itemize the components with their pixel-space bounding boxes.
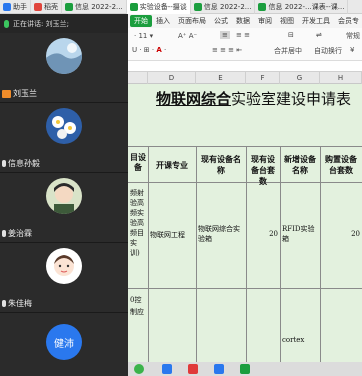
column-header[interactable]: D bbox=[148, 72, 196, 84]
menu-home[interactable]: 开始 bbox=[130, 15, 152, 27]
align-icons[interactable]: A⁺ A⁻ bbox=[178, 32, 197, 40]
participant-name: 姜治霖 bbox=[2, 228, 32, 239]
table-cell[interactable]: 20 bbox=[248, 230, 278, 238]
menu-formulas[interactable]: 公式 bbox=[210, 16, 232, 26]
menu-member[interactable]: 会员专 bbox=[334, 16, 362, 26]
sheet-grid[interactable]: D E F G H 物联网综合实验室建设申请表 目设备 开课专业 现有设备名称 … bbox=[128, 72, 362, 362]
table-cell[interactable]: 0控制应 bbox=[130, 294, 146, 318]
app-icon[interactable] bbox=[134, 364, 144, 374]
avatar bbox=[46, 178, 82, 214]
table-cell[interactable]: cortex bbox=[282, 336, 304, 344]
menu-page-layout[interactable]: 页面布局 bbox=[174, 16, 210, 26]
menu-review[interactable]: 审阅 bbox=[254, 16, 276, 26]
wps-icon[interactable] bbox=[188, 364, 198, 374]
sheet-icon[interactable] bbox=[240, 364, 250, 374]
grid-line bbox=[128, 182, 362, 183]
table-header: 购置设备台套数 bbox=[325, 154, 357, 175]
table-header: 现有设备名称 bbox=[201, 154, 241, 175]
align-right-icon[interactable]: ≡ ≡ bbox=[236, 31, 250, 39]
column-header-row: D E F G H bbox=[128, 72, 362, 84]
ribbon-menu: 开始 插入 页面布局 公式 数据 审阅 视图 开发工具 会员专 bbox=[128, 14, 362, 28]
sheet-icon bbox=[129, 2, 138, 11]
microphone-icon bbox=[2, 300, 6, 307]
participant-avatar[interactable]: 健沛 bbox=[46, 324, 82, 360]
grid-line bbox=[196, 146, 197, 362]
column-header[interactable]: E bbox=[196, 72, 246, 84]
participant-tile[interactable]: 姜治霖 bbox=[0, 173, 128, 243]
taskbar bbox=[128, 362, 362, 376]
participant-tile[interactable]: 刘玉兰 bbox=[0, 33, 128, 103]
table-cell[interactable]: 20 bbox=[322, 230, 360, 238]
menu-data[interactable]: 数据 bbox=[232, 16, 254, 26]
tab-spreadsheet-1[interactable]: 信息 2022-2... bbox=[62, 0, 127, 14]
microphone-icon bbox=[4, 19, 9, 28]
spreadsheet-window: 开始 插入 页面布局 公式 数据 审阅 视图 开发工具 会员专 · 11 ▾ A… bbox=[128, 14, 362, 362]
grid-line bbox=[128, 288, 362, 289]
wrap-icon[interactable]: ⇌ bbox=[316, 31, 322, 39]
browser-tab-bar: 助手 稻壳 信息 2022-2... 实验设备--摄谈 信息 2022-2...… bbox=[0, 0, 362, 14]
currency-icon[interactable]: ¥ bbox=[350, 46, 354, 54]
avatar bbox=[46, 108, 82, 144]
sheet-icon bbox=[193, 2, 202, 11]
grid-line bbox=[148, 146, 149, 362]
font-size-select[interactable]: · 11 ▾ bbox=[134, 32, 153, 40]
host-icon bbox=[2, 89, 11, 98]
tab-spreadsheet-3[interactable]: 信息 2022-2... bbox=[191, 0, 256, 14]
column-header[interactable]: G bbox=[280, 72, 320, 84]
indent-icons[interactable]: ≡ ≡ ≡ ⇤ bbox=[212, 46, 242, 54]
formula-bar[interactable] bbox=[128, 61, 362, 72]
sheet-title: 物联网综合实验室建设申请表 bbox=[156, 90, 352, 108]
table-header: 开课专业 bbox=[156, 160, 188, 170]
format-select[interactable]: 常规 bbox=[346, 31, 360, 41]
table-cell[interactable]: 物联网工程 bbox=[150, 230, 185, 240]
participant-tile[interactable]: 信息孙毅 bbox=[0, 103, 128, 173]
column-header[interactable]: F bbox=[246, 72, 280, 84]
grid-line bbox=[128, 146, 362, 147]
meeting-panel: 正在讲话: 刘玉兰; 刘玉兰 信息孙毅 姜治霖 朱佳梅 健沛 bbox=[0, 14, 128, 376]
meeting-icon[interactable] bbox=[214, 364, 224, 374]
align-center-icon[interactable]: ≡ bbox=[220, 31, 230, 39]
avatar bbox=[46, 248, 82, 284]
participant-name: 朱佳梅 bbox=[2, 298, 32, 309]
table-cell[interactable]: 频射验高频实验高频目实训) bbox=[130, 188, 146, 258]
menu-developer[interactable]: 开发工具 bbox=[298, 16, 334, 26]
tab-daoke[interactable]: 稻壳 bbox=[31, 0, 62, 14]
participant-name: 刘玉兰 bbox=[2, 88, 37, 99]
sheet-icon bbox=[258, 2, 267, 11]
wrap-button[interactable]: 自动换行 bbox=[314, 46, 342, 56]
table-header: 现有设备台套数 bbox=[251, 154, 275, 186]
search-icon[interactable] bbox=[162, 364, 172, 374]
table-cell[interactable]: RFID实验箱 bbox=[282, 224, 318, 244]
merge-button[interactable]: 合并居中 bbox=[274, 46, 302, 56]
microphone-icon bbox=[2, 230, 6, 237]
avatar bbox=[46, 38, 82, 74]
toolbar: · 11 ▾ A⁺ A⁻ ≡ ≡ ≡ ⊟ ⇌ 常规 U · ⊞ · A · ≡ … bbox=[128, 28, 362, 61]
font-style-icons[interactable]: U · ⊞ · A · bbox=[132, 46, 166, 54]
microphone-icon bbox=[2, 160, 6, 167]
participant-name: 信息孙毅 bbox=[2, 158, 40, 169]
tab-assistant[interactable]: 助手 bbox=[0, 0, 31, 14]
app-icon bbox=[34, 2, 42, 11]
tab-spreadsheet-2[interactable]: 实验设备--摄谈 bbox=[126, 0, 191, 14]
grid-line bbox=[280, 146, 281, 362]
menu-insert[interactable]: 插入 bbox=[152, 16, 174, 26]
table-header: 目设备 bbox=[130, 152, 146, 172]
menu-view[interactable]: 视图 bbox=[276, 16, 298, 26]
speaking-indicator: 正在讲话: 刘玉兰; bbox=[0, 14, 128, 33]
column-header[interactable] bbox=[128, 72, 148, 84]
table-header: 新增设备名称 bbox=[284, 154, 316, 175]
app-icon bbox=[3, 2, 11, 11]
table-cell[interactable]: 物联网综合实验箱 bbox=[198, 224, 244, 244]
sheet-icon bbox=[65, 2, 73, 11]
participant-tile[interactable]: 朱佳梅 bbox=[0, 243, 128, 313]
tab-spreadsheet-4[interactable]: 信息 2022-...课表--课... bbox=[255, 0, 349, 14]
merge-icon[interactable]: ⊟ bbox=[288, 31, 294, 39]
grid-line bbox=[320, 146, 321, 362]
column-header[interactable]: H bbox=[320, 72, 362, 84]
grid-line bbox=[246, 146, 247, 362]
